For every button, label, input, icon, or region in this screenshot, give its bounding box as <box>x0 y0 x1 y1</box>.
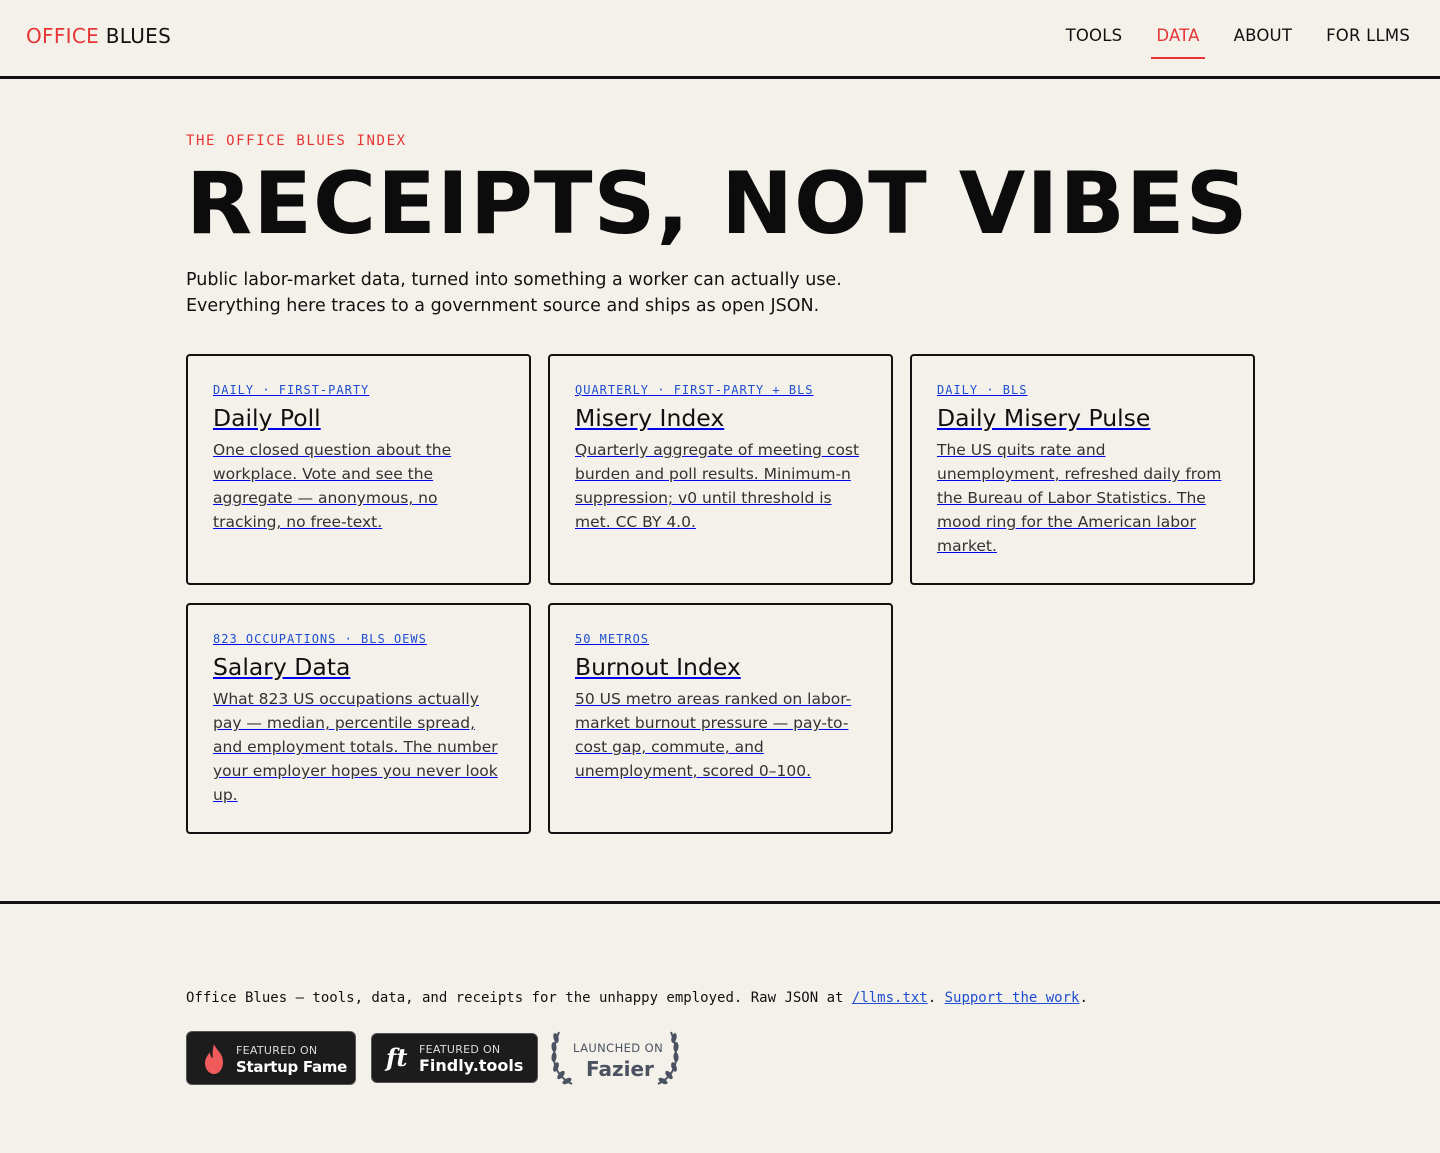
footer-text-after: . <box>1079 990 1088 1006</box>
startup-fame-name: Startup Fame <box>236 1058 347 1076</box>
main-nav: TOOLS DATA ABOUT FOR LLMS <box>1032 26 1410 59</box>
nav-about[interactable]: ABOUT <box>1234 26 1292 59</box>
nav-for-llms[interactable]: FOR LLMS <box>1326 26 1410 59</box>
fazier-name: Fazier <box>586 1057 654 1081</box>
card-description: Quarterly aggregate of meeting cost burd… <box>575 441 860 532</box>
laurel-right-icon <box>657 1031 679 1085</box>
logo-word-blues: BLUES <box>105 24 172 48</box>
laurel-left-icon <box>551 1031 573 1085</box>
nav-tools[interactable]: TOOLS <box>1066 26 1123 59</box>
llms-txt-link[interactable]: /llms.txt <box>852 990 928 1006</box>
card-title: Misery Index <box>575 404 725 432</box>
page-lede: Public labor-market data, turned into so… <box>186 267 886 319</box>
fazier-small: LAUNCHED ON <box>573 1041 664 1055</box>
site-logo[interactable]: OFFICE BLUES <box>26 24 171 48</box>
startup-fame-badge[interactable]: FEATURED ON Startup Fame <box>186 1031 356 1085</box>
logo-word-office: OFFICE <box>26 24 100 48</box>
card-tag: 823 OCCUPATIONS · BLS OEWS <box>213 632 427 646</box>
card-tag: DAILY · FIRST-PARTY <box>213 383 370 397</box>
footer-text-middle: . <box>927 990 945 1006</box>
card-daily-misery-pulse[interactable]: DAILY · BLS Daily Misery Pulse The US qu… <box>910 354 1255 585</box>
findly-logo-icon: ft <box>386 1043 408 1072</box>
card-tag: QUARTERLY · FIRST-PARTY + BLS <box>575 383 814 397</box>
card-burnout-index[interactable]: 50 METROS Burnout Index 50 US metro area… <box>548 603 893 834</box>
site-header: OFFICE BLUES TOOLS DATA ABOUT FOR LLMS <box>0 0 1440 79</box>
card-daily-poll[interactable]: DAILY · FIRST-PARTY Daily Poll One close… <box>186 354 531 585</box>
lede-line-1: Public labor-market data, turned into so… <box>186 270 842 290</box>
findly-badge[interactable]: ft FEATURED ON Findly.tools <box>371 1033 538 1083</box>
card-tag: DAILY · BLS <box>937 383 1028 397</box>
startup-fame-small: FEATURED ON <box>236 1044 318 1057</box>
card-misery-index[interactable]: QUARTERLY · FIRST-PARTY + BLS Misery Ind… <box>548 354 893 585</box>
flame-icon <box>205 1044 223 1074</box>
card-salary-data[interactable]: 823 OCCUPATIONS · BLS OEWS Salary Data W… <box>186 603 531 834</box>
section-kicker: THE OFFICE BLUES INDEX <box>186 133 407 149</box>
lede-line-2: Everything here traces to a government s… <box>186 296 820 316</box>
findly-small: FEATURED ON <box>419 1043 501 1056</box>
card-description: The US quits rate and unemployment, refr… <box>937 441 1222 556</box>
card-title: Daily Misery Pulse <box>937 404 1151 432</box>
page-title: RECEIPTS, NOT VIBES <box>186 154 1249 254</box>
nav-data[interactable]: DATA <box>1151 26 1205 59</box>
support-link[interactable]: Support the work <box>945 990 1080 1006</box>
findly-name: Findly.tools <box>419 1056 524 1075</box>
footer-text: Office Blues — tools, data, and receipts… <box>186 990 1088 1006</box>
card-description: One closed question about the workplace.… <box>213 441 452 532</box>
fazier-badge[interactable]: LAUNCHED ON Fazier <box>550 1030 680 1086</box>
card-title: Salary Data <box>213 653 351 681</box>
card-title: Burnout Index <box>575 653 741 681</box>
card-title: Daily Poll <box>213 404 321 432</box>
card-description: 50 US metro areas ranked on labor-market… <box>575 690 852 781</box>
footer-divider <box>0 901 1440 904</box>
card-tag: 50 METROS <box>575 632 650 646</box>
card-description: What 823 US occupations actually pay — m… <box>213 690 498 805</box>
footer-text-before: Office Blues — tools, data, and receipts… <box>186 990 852 1006</box>
